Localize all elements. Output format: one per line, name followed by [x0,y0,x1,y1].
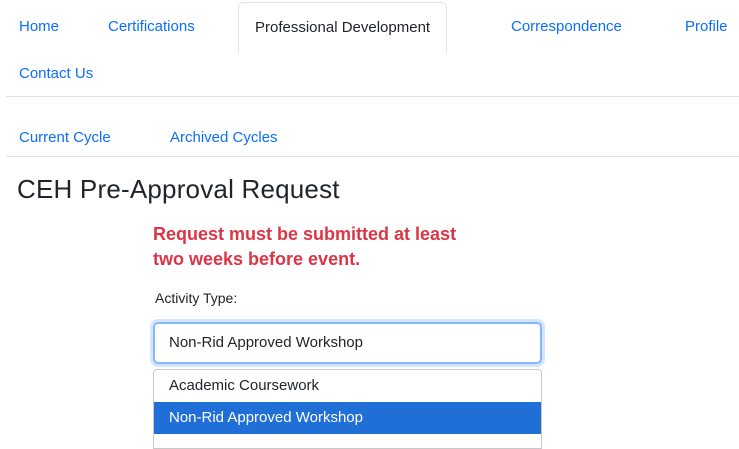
tab-profile[interactable]: Profile [685,17,728,37]
main-nav-tabs: Home Certifications Professional Develop… [0,0,739,97]
activity-type-select[interactable]: Non-Rid Approved Workshop [153,322,542,364]
option-non-rid-approved-workshop[interactable]: Non-Rid Approved Workshop [154,402,541,434]
nav-divider [6,96,739,97]
activity-type-dropdown-list: Academic Coursework Non-Rid Approved Wor… [153,369,542,449]
tab-certifications[interactable]: Certifications [108,17,195,37]
warning-line-1: Request must be submitted at least [153,224,457,244]
option-academic-coursework[interactable]: Academic Coursework [154,370,541,402]
subtab-current-cycle[interactable]: Current Cycle [19,128,111,148]
tab-correspondence[interactable]: Correspondence [511,17,622,37]
subtab-archived-cycles[interactable]: Archived Cycles [170,128,278,148]
tab-home[interactable]: Home [19,17,59,37]
cycle-subnav: Current Cycle Archived Cycles [0,98,739,158]
tab-professional-development[interactable]: Professional Development [238,2,448,53]
page-title: CEH Pre-Approval Request [17,174,340,204]
warning-line-2: two weeks before event. [153,249,361,269]
submission-warning: Request must be submitted at least two w… [153,222,553,272]
subnav-divider [6,156,739,157]
activity-type-label: Activity Type: [155,290,238,306]
tab-contact-us[interactable]: Contact Us [19,64,93,84]
